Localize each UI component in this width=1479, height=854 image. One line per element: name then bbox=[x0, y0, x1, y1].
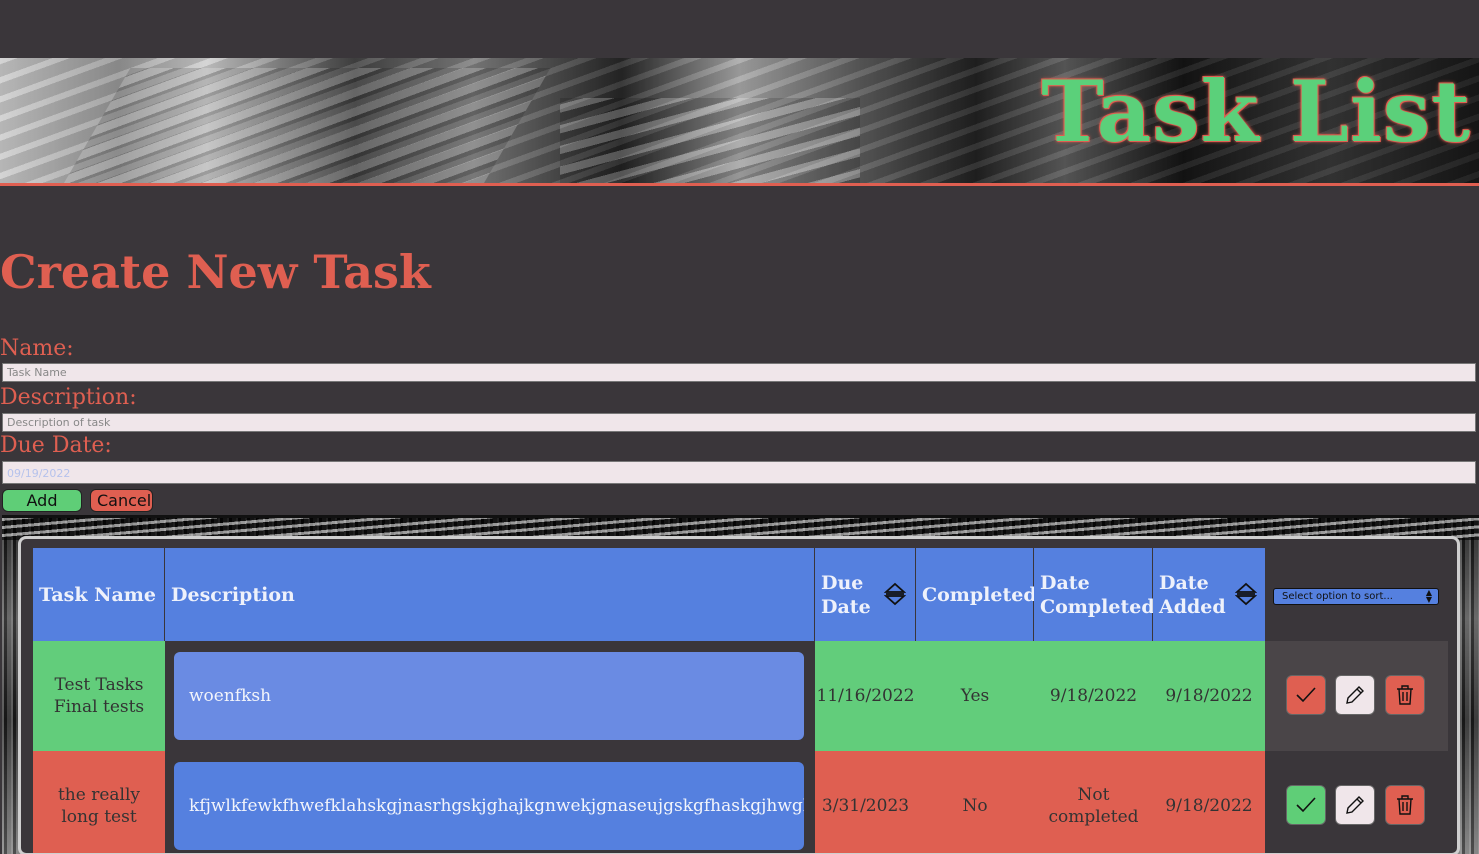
checkmark-icon bbox=[1296, 687, 1316, 703]
due-date-cell: 11/16/2022 bbox=[815, 641, 916, 751]
delete-button[interactable] bbox=[1385, 675, 1425, 715]
col-header-completed: Completed bbox=[916, 548, 1037, 641]
trash-icon bbox=[1397, 795, 1413, 815]
sort-icon[interactable] bbox=[1235, 582, 1257, 606]
col-header-date-completed: Date Completed bbox=[1034, 548, 1155, 641]
sort-select[interactable]: Select option to sort... ▲ ▼ bbox=[1273, 588, 1439, 605]
row-actions bbox=[1265, 751, 1448, 853]
col-header-task-name: Task Name bbox=[33, 548, 165, 641]
date-completed-cell: Not completed bbox=[1034, 751, 1153, 853]
complete-button[interactable] bbox=[1286, 785, 1326, 825]
name-label: Name: bbox=[0, 336, 74, 361]
description-cell: kfjwlkfewkfhwefklahskgjnasrhgskjghajkgnw… bbox=[165, 751, 815, 853]
add-task-button[interactable]: Add Task bbox=[2, 489, 82, 531]
banner-photo-steps bbox=[560, 98, 860, 183]
edit-button[interactable] bbox=[1335, 675, 1375, 715]
pencil-icon bbox=[1346, 686, 1364, 704]
banner-photo-stairs bbox=[49, 68, 551, 183]
completed-cell: No bbox=[916, 751, 1034, 853]
select-arrows-icon: ▲ ▼ bbox=[1425, 588, 1432, 604]
col-header-date-completed-label: Date Completed bbox=[1040, 571, 1155, 618]
edit-button[interactable] bbox=[1335, 785, 1375, 825]
description-text: kfjwlkfewkfhwefklahskgjnasrhgskjghajkgnw… bbox=[174, 762, 804, 850]
col-header-task-name-label: Task Name bbox=[39, 583, 156, 606]
col-header-date-added-label: Date Added bbox=[1159, 571, 1226, 618]
description-cell: woenfksh bbox=[165, 641, 815, 751]
date-added-cell: 9/18/2022 bbox=[1153, 641, 1265, 751]
col-header-date-added[interactable]: Date Added bbox=[1153, 548, 1266, 641]
cancel-button[interactable]: Cancel bbox=[90, 489, 153, 512]
col-header-description-label: Description bbox=[171, 583, 295, 606]
due-date-input[interactable]: 09/19/2022 bbox=[2, 461, 1476, 484]
task-table-frame: Task Name Description Due Date Completed… bbox=[2, 515, 1479, 854]
table-row: the really long test kfjwlkfewkfhwefklah… bbox=[33, 751, 1453, 853]
create-task-heading: Create New Task bbox=[0, 245, 431, 299]
col-header-description: Description bbox=[165, 548, 815, 641]
col-header-completed-label: Completed bbox=[922, 583, 1037, 606]
checkmark-icon bbox=[1296, 797, 1316, 813]
due-date-label: Due Date: bbox=[0, 433, 112, 458]
row-actions bbox=[1265, 641, 1448, 751]
task-name-cell: Test Tasks Final tests bbox=[33, 641, 165, 751]
sort-cell: Select option to sort... ▲ ▼ bbox=[1265, 548, 1448, 641]
col-header-due-date-label: Due Date bbox=[821, 571, 871, 618]
description-text: woenfksh bbox=[174, 652, 804, 740]
sort-icon[interactable] bbox=[884, 582, 906, 606]
task-table: Task Name Description Due Date Completed… bbox=[18, 536, 1460, 854]
complete-button[interactable] bbox=[1286, 675, 1326, 715]
col-header-due-date[interactable]: Due Date bbox=[815, 548, 916, 641]
delete-button[interactable] bbox=[1385, 785, 1425, 825]
date-completed-cell: 9/18/2022 bbox=[1034, 641, 1153, 751]
trash-icon bbox=[1397, 685, 1413, 705]
task-name-cell: the really long test bbox=[33, 751, 165, 853]
description-input[interactable] bbox=[2, 413, 1476, 432]
pencil-icon bbox=[1346, 796, 1364, 814]
sort-select-value: Select option to sort... bbox=[1282, 591, 1393, 602]
header-banner: Task List bbox=[0, 58, 1479, 186]
table-row: Test Tasks Final tests woenfksh 11/16/20… bbox=[33, 641, 1453, 751]
task-name-input[interactable] bbox=[2, 363, 1476, 382]
page-title: Task List bbox=[1041, 62, 1471, 161]
due-date-cell: 3/31/2023 bbox=[815, 751, 916, 853]
date-added-cell: 9/18/2022 bbox=[1153, 751, 1265, 853]
completed-cell: Yes bbox=[916, 641, 1034, 751]
description-label: Description: bbox=[0, 385, 137, 410]
